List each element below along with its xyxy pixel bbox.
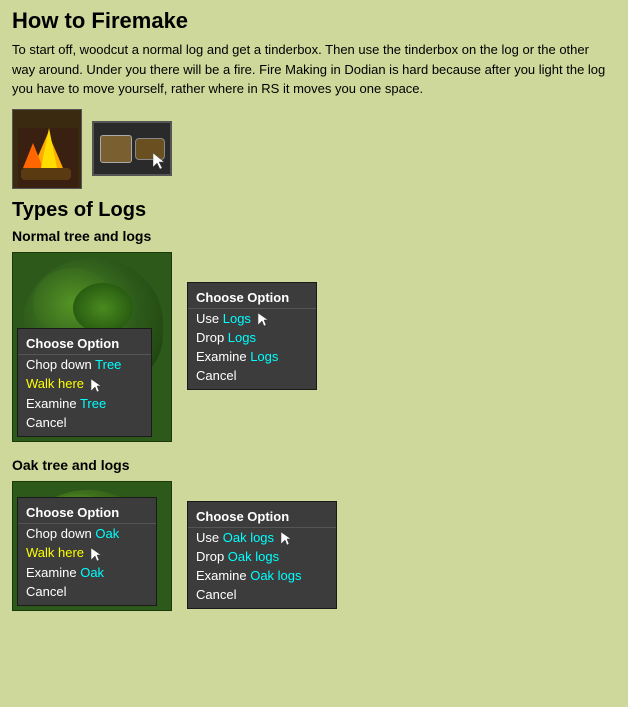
normal-tree-label: Normal tree and logs (12, 228, 616, 244)
intro-text: To start off, woodcut a normal log and g… (12, 40, 612, 99)
normal-logs-context-menu[interactable]: Choose Option Use Logs Drop Logs Examine… (187, 282, 317, 390)
types-title: Types of Logs (12, 199, 616, 222)
fire-demo-section (12, 109, 616, 189)
oak-tree-menu-chop[interactable]: Chop down Oak (18, 524, 156, 543)
logs-menu-drop[interactable]: Drop Logs (188, 328, 316, 347)
normal-tree-context-menu[interactable]: Choose Option Chop down Tree Walk here E… (17, 328, 152, 436)
tree-menu-walk[interactable]: Walk here (18, 374, 151, 393)
oak-tree-menu-examine[interactable]: Examine Oak (18, 563, 156, 582)
oak-tree-menu-cancel[interactable]: Cancel (18, 582, 156, 601)
tinderbox-image (92, 121, 172, 176)
oak-logs-menu-drop[interactable]: Drop Oak logs (188, 547, 336, 566)
logs-menu-title: Choose Option (188, 287, 316, 309)
page-title: How to Firemake (12, 8, 616, 34)
oak-logs-menu-cancel[interactable]: Cancel (188, 585, 336, 604)
logs-menu-examine[interactable]: Examine Logs (188, 347, 316, 366)
oak-logs-context-menu[interactable]: Choose Option Use Oak logs Drop Oak logs… (187, 501, 337, 609)
logs-menu-cancel[interactable]: Cancel (188, 366, 316, 385)
oak-logs-menu-title: Choose Option (188, 506, 336, 528)
oak-logs-menu-use[interactable]: Use Oak logs (188, 528, 336, 547)
tree-menu-cancel[interactable]: Cancel (18, 413, 151, 432)
fire-image (12, 109, 82, 189)
tree-menu-chop[interactable]: Chop down Tree (18, 355, 151, 374)
logs-menu-use[interactable]: Use Logs (188, 309, 316, 328)
normal-tree-section: Choose Option Chop down Tree Walk here E… (12, 252, 616, 442)
oak-tree-menu-title: Choose Option (18, 502, 156, 524)
oak-tree-section: Choose Option Chop down Oak Walk here Ex… (12, 481, 616, 611)
tree-menu-title: Choose Option (18, 333, 151, 355)
oak-tree-context-menu[interactable]: Choose Option Chop down Oak Walk here Ex… (17, 497, 157, 605)
oak-tree-label: Oak tree and logs (12, 457, 616, 473)
tree-menu-examine[interactable]: Examine Tree (18, 394, 151, 413)
oak-logs-menu-examine[interactable]: Examine Oak logs (188, 566, 336, 585)
oak-tree-menu-walk[interactable]: Walk here (18, 543, 156, 562)
